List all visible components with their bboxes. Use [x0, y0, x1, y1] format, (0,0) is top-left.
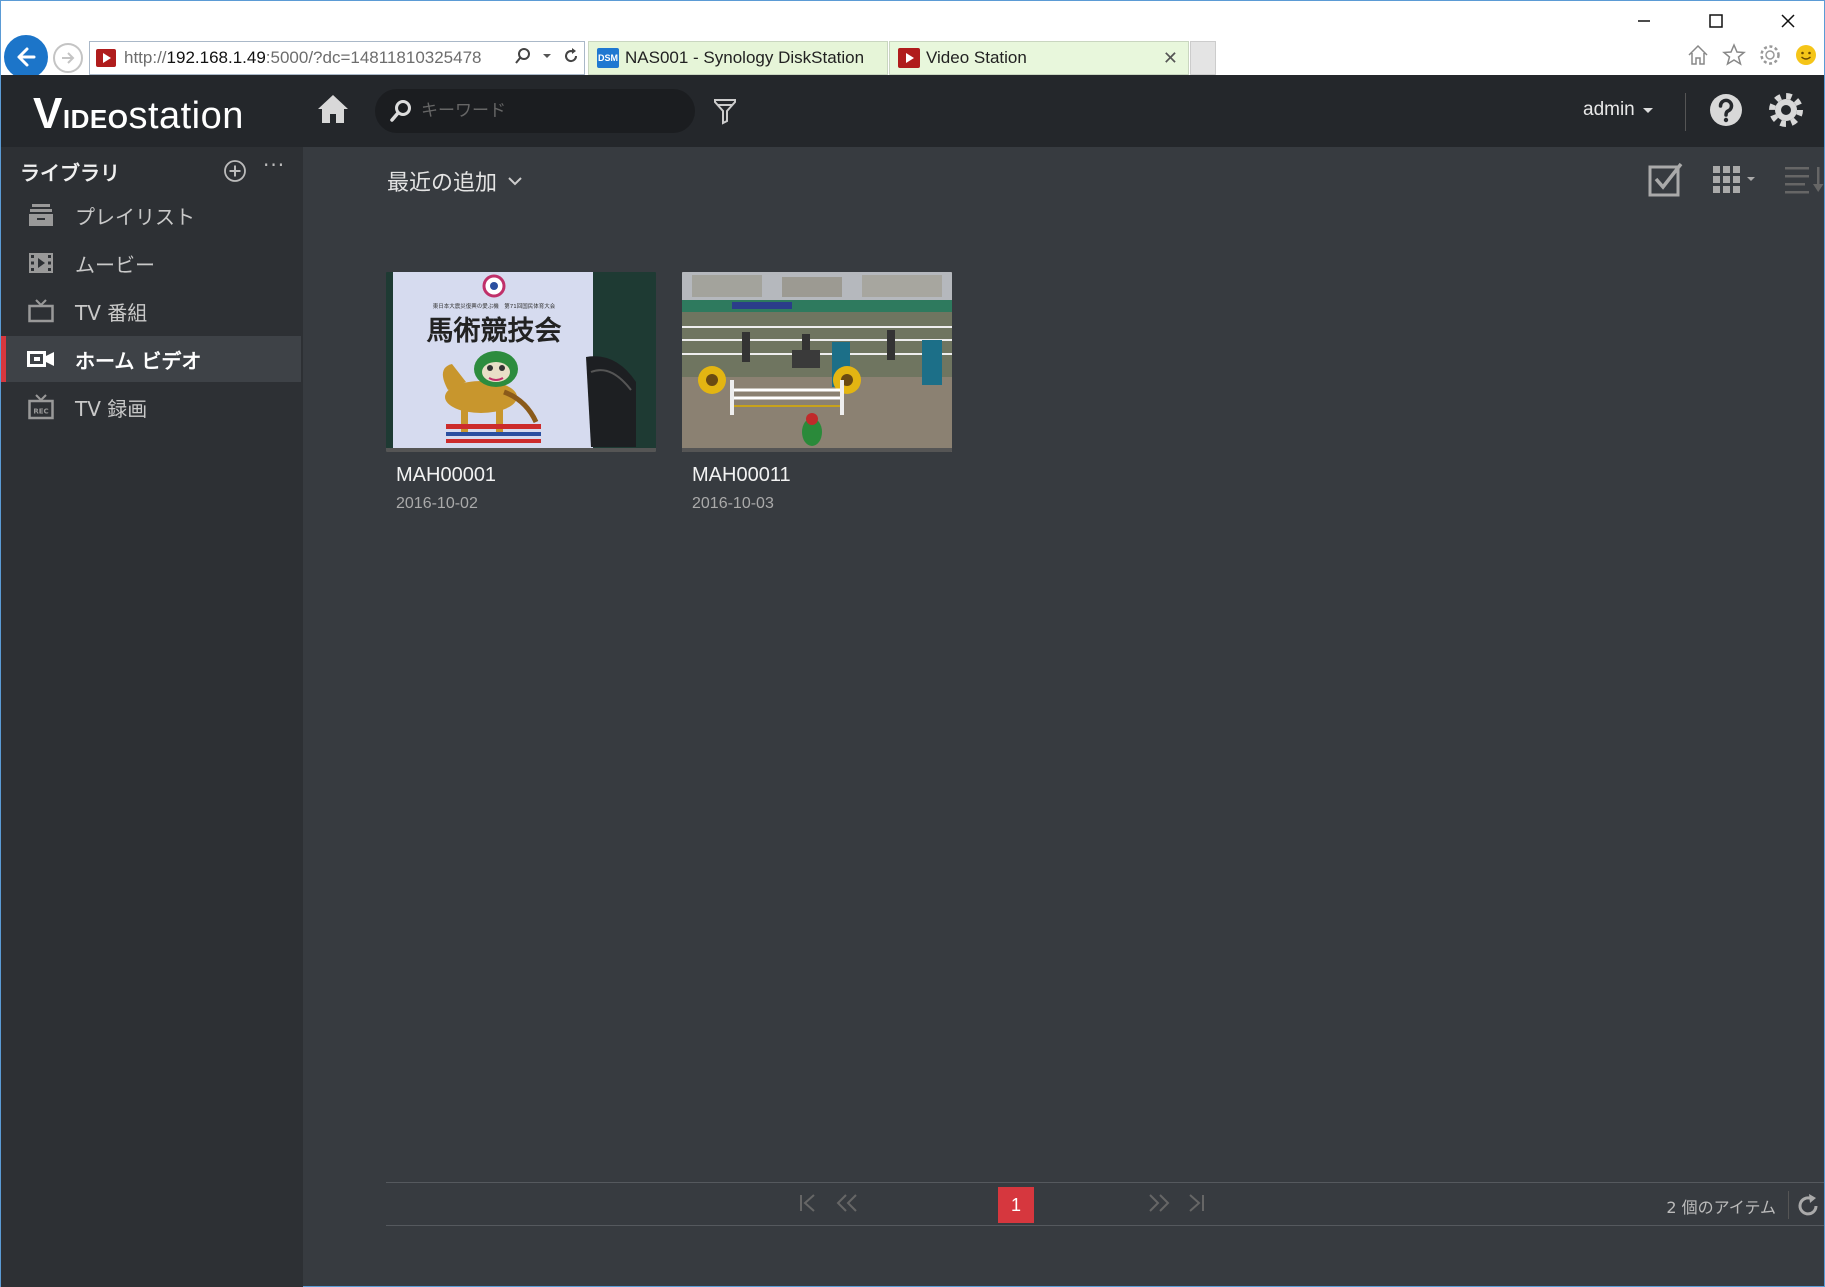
sidebar-item-tv-show[interactable]: TV 番組 — [1, 288, 301, 334]
search-icon — [390, 100, 411, 122]
home-video-icon — [27, 347, 55, 371]
sidebar-item-label: ホーム ビデオ — [75, 348, 202, 373]
tv-icon — [27, 299, 55, 323]
video-date: 2016-10-02 — [396, 495, 478, 512]
next-page-icon[interactable] — [1144, 1191, 1172, 1215]
svg-text:REC: REC — [33, 408, 48, 416]
search-input[interactable] — [421, 101, 661, 121]
video-thumbnail[interactable] — [682, 272, 952, 452]
home-icon[interactable] — [1686, 43, 1710, 67]
tab-video-station[interactable]: Video Station ✕ — [889, 41, 1189, 75]
progress-track — [682, 448, 952, 452]
layout-toggle-button[interactable] — [1712, 164, 1756, 194]
smiley-icon[interactable] — [1794, 43, 1818, 67]
more-options-icon[interactable]: ··· — [263, 153, 285, 177]
view-toolbar — [1620, 161, 1824, 197]
previous-page-icon[interactable] — [834, 1191, 862, 1215]
tab-diskstation[interactable]: DSM NAS001 - Synology DiskStation — [588, 41, 888, 75]
app-topbar: VIDEOstation admin — [1, 75, 1824, 147]
chevron-down-icon — [1642, 107, 1653, 113]
video-card[interactable]: MAH00011 2016-10-03 — [682, 272, 952, 513]
user-name: admin — [1583, 99, 1635, 120]
browser-toolbar — [1686, 43, 1818, 67]
video-card[interactable]: 東日本大震災復興の愛ぶ機 第71回国民体育大会 馬術競技会 MAH00001 2… — [386, 272, 656, 513]
pagination-bar: 1 2 個のアイテム — [386, 1182, 1824, 1226]
divider — [1685, 93, 1686, 131]
tv-record-icon: REC — [27, 394, 55, 420]
first-page-icon[interactable] — [796, 1191, 820, 1215]
thumb-title-text: 馬術競技会 — [427, 316, 562, 347]
library-sidebar: ライブラリ ··· プレイリスト ムービー TV 番組 ホーム ビデオ REC … — [1, 147, 303, 1287]
back-button[interactable] — [4, 35, 48, 79]
main-content: 最近の追加 東日本大震災復興の愛ぶ機 第71回国民体育大会 馬術競技会 MAH0… — [303, 147, 1824, 1287]
new-tab-button[interactable] — [1190, 41, 1216, 75]
filter-icon[interactable] — [713, 97, 737, 125]
view-selector[interactable]: 最近の追加 — [387, 165, 523, 197]
thumb-small-text: 東日本大震災復興の愛ぶ機 第71回国民体育大会 — [433, 302, 556, 310]
sidebar-item-playlist[interactable]: プレイリスト — [1, 192, 301, 238]
user-menu[interactable]: admin — [1583, 99, 1653, 121]
site-favicon-icon — [96, 49, 116, 67]
view-title: 最近の追加 — [387, 171, 498, 196]
last-page-icon[interactable] — [1184, 1191, 1208, 1215]
favorites-star-icon[interactable] — [1722, 43, 1746, 67]
playlist-icon — [27, 203, 55, 227]
library-title: ライブラリ — [20, 161, 120, 185]
video-title[interactable]: MAH00001 — [386, 464, 656, 487]
item-count: 2 個のアイテム — [1666, 1198, 1776, 1217]
chevron-down-icon — [1747, 177, 1755, 181]
help-icon[interactable] — [1708, 92, 1744, 128]
gear-icon[interactable] — [1768, 92, 1804, 128]
sidebar-item-movie[interactable]: ムービー — [1, 240, 301, 286]
minimize-icon — [1638, 20, 1650, 22]
sort-icon — [1785, 167, 1824, 194]
arrow-left-icon — [17, 47, 36, 67]
window-controls — [1608, 1, 1824, 41]
progress-track — [386, 448, 656, 452]
address-url[interactable]: http://192.168.1.49:5000/?dc=14811810325… — [124, 48, 514, 68]
dropdown-icon[interactable] — [542, 51, 552, 61]
divider — [1788, 1191, 1789, 1219]
sidebar-item-tv-record[interactable]: REC TV 録画 — [1, 384, 301, 430]
sidebar-item-label: ムービー — [75, 252, 155, 277]
address-bar[interactable]: http://192.168.1.49:5000/?dc=14811810325… — [89, 41, 585, 75]
dsm-icon: DSM — [597, 48, 619, 68]
maximize-icon — [1709, 14, 1723, 28]
sidebar-item-label: プレイリスト — [75, 204, 195, 229]
browser-chrome: http://192.168.1.49:5000/?dc=14811810325… — [0, 0, 1825, 79]
sidebar-item-label: TV 録画 — [75, 396, 148, 421]
refresh-icon[interactable] — [562, 47, 580, 65]
current-page[interactable]: 1 — [998, 1187, 1034, 1223]
refresh-icon[interactable] — [1794, 1192, 1822, 1220]
tab-label: NAS001 - Synology DiskStation — [625, 48, 865, 67]
search-icon[interactable] — [514, 47, 532, 65]
video-station-logo[interactable]: VIDEOstation — [33, 89, 244, 139]
close-window-button[interactable] — [1752, 1, 1824, 41]
minimize-button[interactable] — [1608, 1, 1680, 41]
video-date: 2016-10-03 — [692, 495, 774, 512]
chevron-down-icon — [508, 177, 522, 186]
tab-close-icon[interactable]: ✕ — [1163, 48, 1178, 69]
sidebar-item-home-video[interactable]: ホーム ビデオ — [1, 336, 301, 382]
sidebar-item-label: TV 番組 — [75, 300, 148, 325]
home-icon[interactable] — [316, 93, 350, 125]
settings-gear-icon[interactable] — [1758, 43, 1782, 67]
add-library-icon[interactable] — [223, 159, 247, 183]
forward-button[interactable] — [53, 43, 83, 73]
search-box[interactable] — [375, 89, 695, 133]
close-icon — [1781, 14, 1795, 28]
grid-view-icon — [1713, 166, 1740, 193]
video-thumbnail[interactable]: 東日本大震災復興の愛ぶ機 第71回国民体育大会 馬術競技会 — [386, 272, 656, 452]
checkbox-icon — [1648, 162, 1683, 197]
tab-label: Video Station — [926, 48, 1027, 67]
movie-icon — [27, 251, 55, 275]
video-station-app: VIDEOstation admin ライブラリ ··· プレイリスト ムービー — [0, 75, 1825, 1287]
maximize-button[interactable] — [1680, 1, 1752, 41]
video-title[interactable]: MAH00011 — [682, 464, 952, 487]
select-mode-button[interactable] — [1648, 161, 1684, 197]
arrow-right-icon — [62, 52, 75, 64]
sort-button[interactable] — [1784, 164, 1824, 194]
video-station-icon — [898, 48, 920, 68]
